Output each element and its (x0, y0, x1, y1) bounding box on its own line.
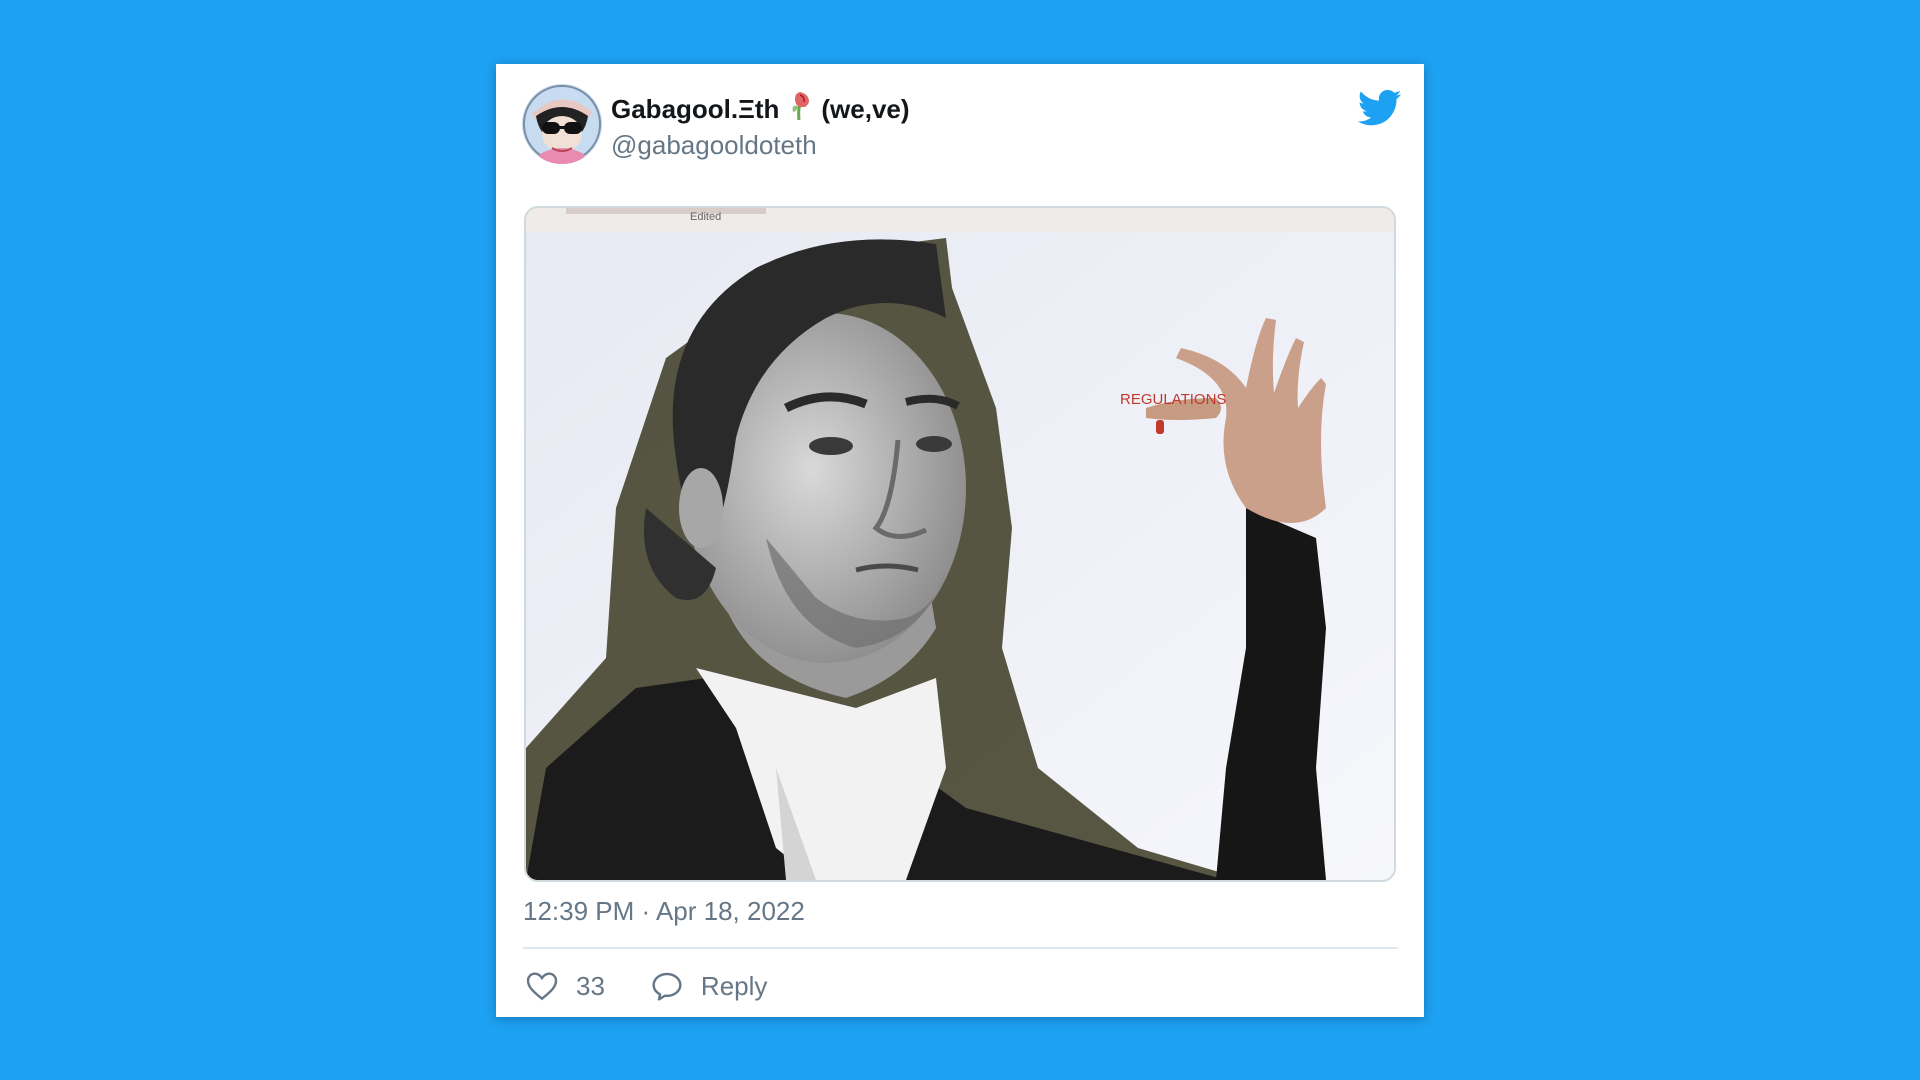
author-handle[interactable]: @gabagooldoteth (611, 128, 910, 162)
heart-icon (526, 971, 558, 1001)
meme-image: Edited REGULATIONS (526, 208, 1394, 880)
tweet-timestamp[interactable]: 12:39 PM · Apr 18, 2022 (523, 896, 805, 927)
image-top-label: Edited (690, 211, 721, 223)
avatar-image (522, 84, 602, 164)
tweet-image[interactable]: Edited REGULATIONS (524, 206, 1396, 882)
author-name-row[interactable]: Gabagool.Ξth (we,ve) (611, 90, 910, 128)
tweet-card: Gabagool.Ξth (we,ve) @gabagooldoteth Edi… (496, 64, 1424, 1017)
reply-button[interactable]: Reply (651, 971, 767, 1002)
image-caption: REGULATIONS (1120, 391, 1226, 408)
author-info: Gabagool.Ξth (we,ve) @gabagooldoteth (611, 90, 910, 162)
rose-emoji-icon (789, 90, 811, 128)
like-count: 33 (576, 970, 605, 1001)
twitter-bird-icon[interactable] (1357, 88, 1402, 128)
tweet-header: Gabagool.Ξth (we,ve) @gabagooldoteth (522, 84, 1402, 174)
like-button[interactable]: 33 (526, 971, 605, 1002)
display-name: Gabagool.Ξth (611, 94, 780, 124)
avatar[interactable] (522, 84, 602, 164)
speech-bubble-icon (651, 971, 683, 1001)
pronouns: (we,ve) (821, 94, 910, 124)
tweet-actions: 33 Reply (526, 966, 813, 1006)
divider (523, 947, 1398, 949)
reply-label: Reply (700, 970, 768, 1001)
